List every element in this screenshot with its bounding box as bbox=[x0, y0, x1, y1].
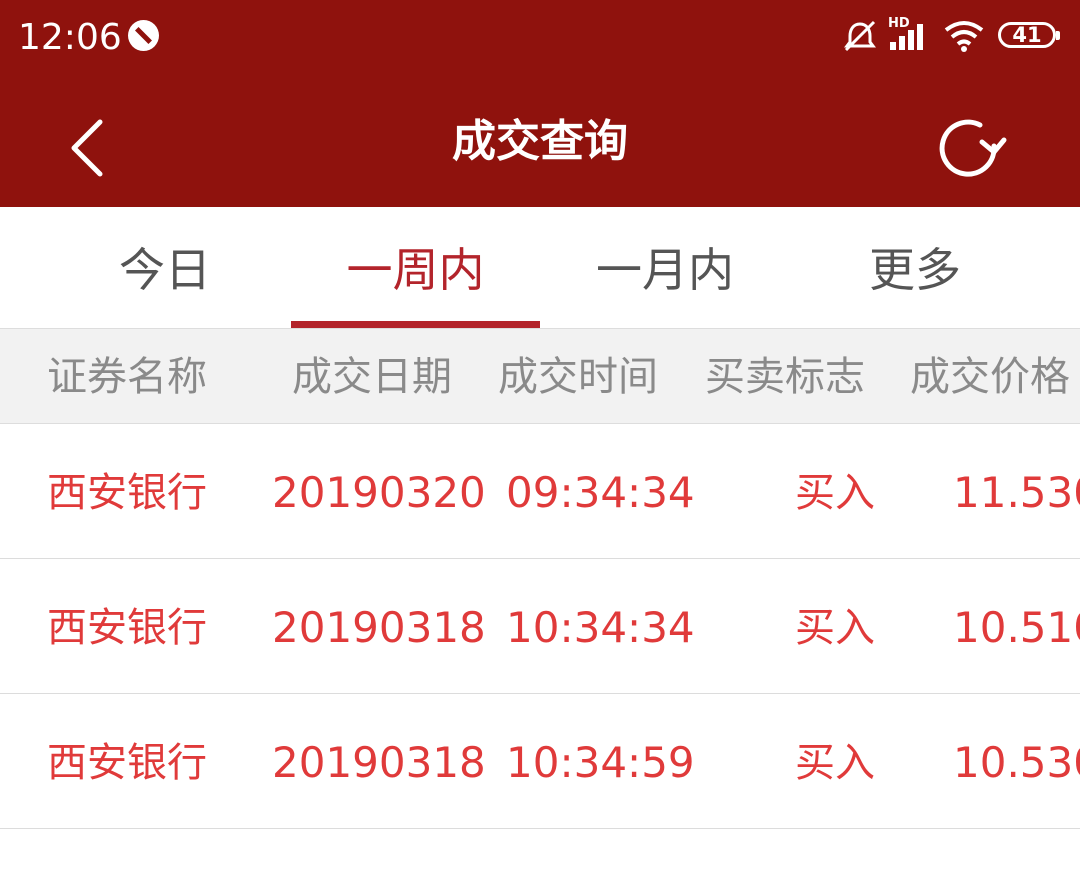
table-row[interactable]: 西安银行 20190318 10:34:59 买入 10.530 bbox=[0, 694, 1080, 829]
cell-price: 10.510 bbox=[953, 603, 1080, 652]
cell-side: 买入 bbox=[795, 605, 875, 651]
cell-side: 买入 bbox=[795, 470, 875, 516]
cell-price: 11.530 bbox=[953, 468, 1080, 517]
column-header-trade-time[interactable]: 成交时间 bbox=[498, 329, 658, 425]
active-tab-indicator bbox=[291, 321, 540, 328]
signal-icon bbox=[890, 24, 923, 50]
column-header-trade-date[interactable]: 成交日期 bbox=[292, 329, 452, 425]
cell-trade-date: 20190318 bbox=[272, 738, 486, 787]
mute-alarm-icon bbox=[844, 20, 876, 52]
app-bar: 12:06 HD 41 成交查询 bbox=[0, 0, 1080, 207]
page-title: 成交查询 bbox=[452, 116, 628, 167]
table-header: 证券名称 成交日期 成交时间 买卖标志 成交价格 bbox=[0, 328, 1080, 424]
period-tabs: 今日 一周内 一月内 更多 bbox=[0, 207, 1080, 328]
cell-trade-date: 20190320 bbox=[272, 468, 486, 517]
column-header-security-name[interactable]: 证券名称 bbox=[47, 329, 207, 425]
cell-security-name: 西安银行 bbox=[47, 470, 207, 516]
cell-security-name: 西安银行 bbox=[47, 740, 207, 786]
cell-trade-time: 09:34:34 bbox=[506, 468, 695, 517]
cell-side: 买入 bbox=[795, 740, 875, 786]
cell-price: 10.530 bbox=[953, 738, 1080, 787]
table-row[interactable]: 西安银行 20190320 09:34:34 买入 11.530 bbox=[0, 424, 1080, 559]
trade-list: 西安银行 20190320 09:34:34 买入 11.530 西安银行 20… bbox=[0, 424, 1080, 881]
tab-within-month[interactable]: 一月内 bbox=[540, 207, 790, 328]
cell-trade-time: 10:34:34 bbox=[506, 603, 695, 652]
blocked-icon bbox=[128, 20, 159, 51]
battery-icon: 41 bbox=[998, 22, 1060, 48]
cell-security-name: 西安银行 bbox=[47, 605, 207, 651]
cell-trade-date: 20190318 bbox=[272, 603, 486, 652]
wifi-icon bbox=[944, 21, 984, 52]
refresh-button[interactable] bbox=[930, 112, 1010, 184]
chevron-left-icon bbox=[71, 119, 103, 177]
tab-more[interactable]: 更多 bbox=[790, 207, 1040, 328]
tab-within-week[interactable]: 一周内 bbox=[291, 207, 540, 328]
column-header-price[interactable]: 成交价格 bbox=[910, 329, 1070, 425]
column-header-side[interactable]: 买卖标志 bbox=[705, 329, 865, 425]
cell-trade-time: 10:34:59 bbox=[506, 738, 695, 787]
table-row-partial[interactable] bbox=[0, 829, 1080, 881]
back-button[interactable] bbox=[58, 112, 118, 182]
table-row[interactable]: 西安银行 20190318 10:34:34 买入 10.510 bbox=[0, 559, 1080, 694]
refresh-icon bbox=[939, 119, 1007, 177]
tab-today[interactable]: 今日 bbox=[40, 207, 290, 328]
status-time: 12:06 bbox=[18, 17, 122, 58]
